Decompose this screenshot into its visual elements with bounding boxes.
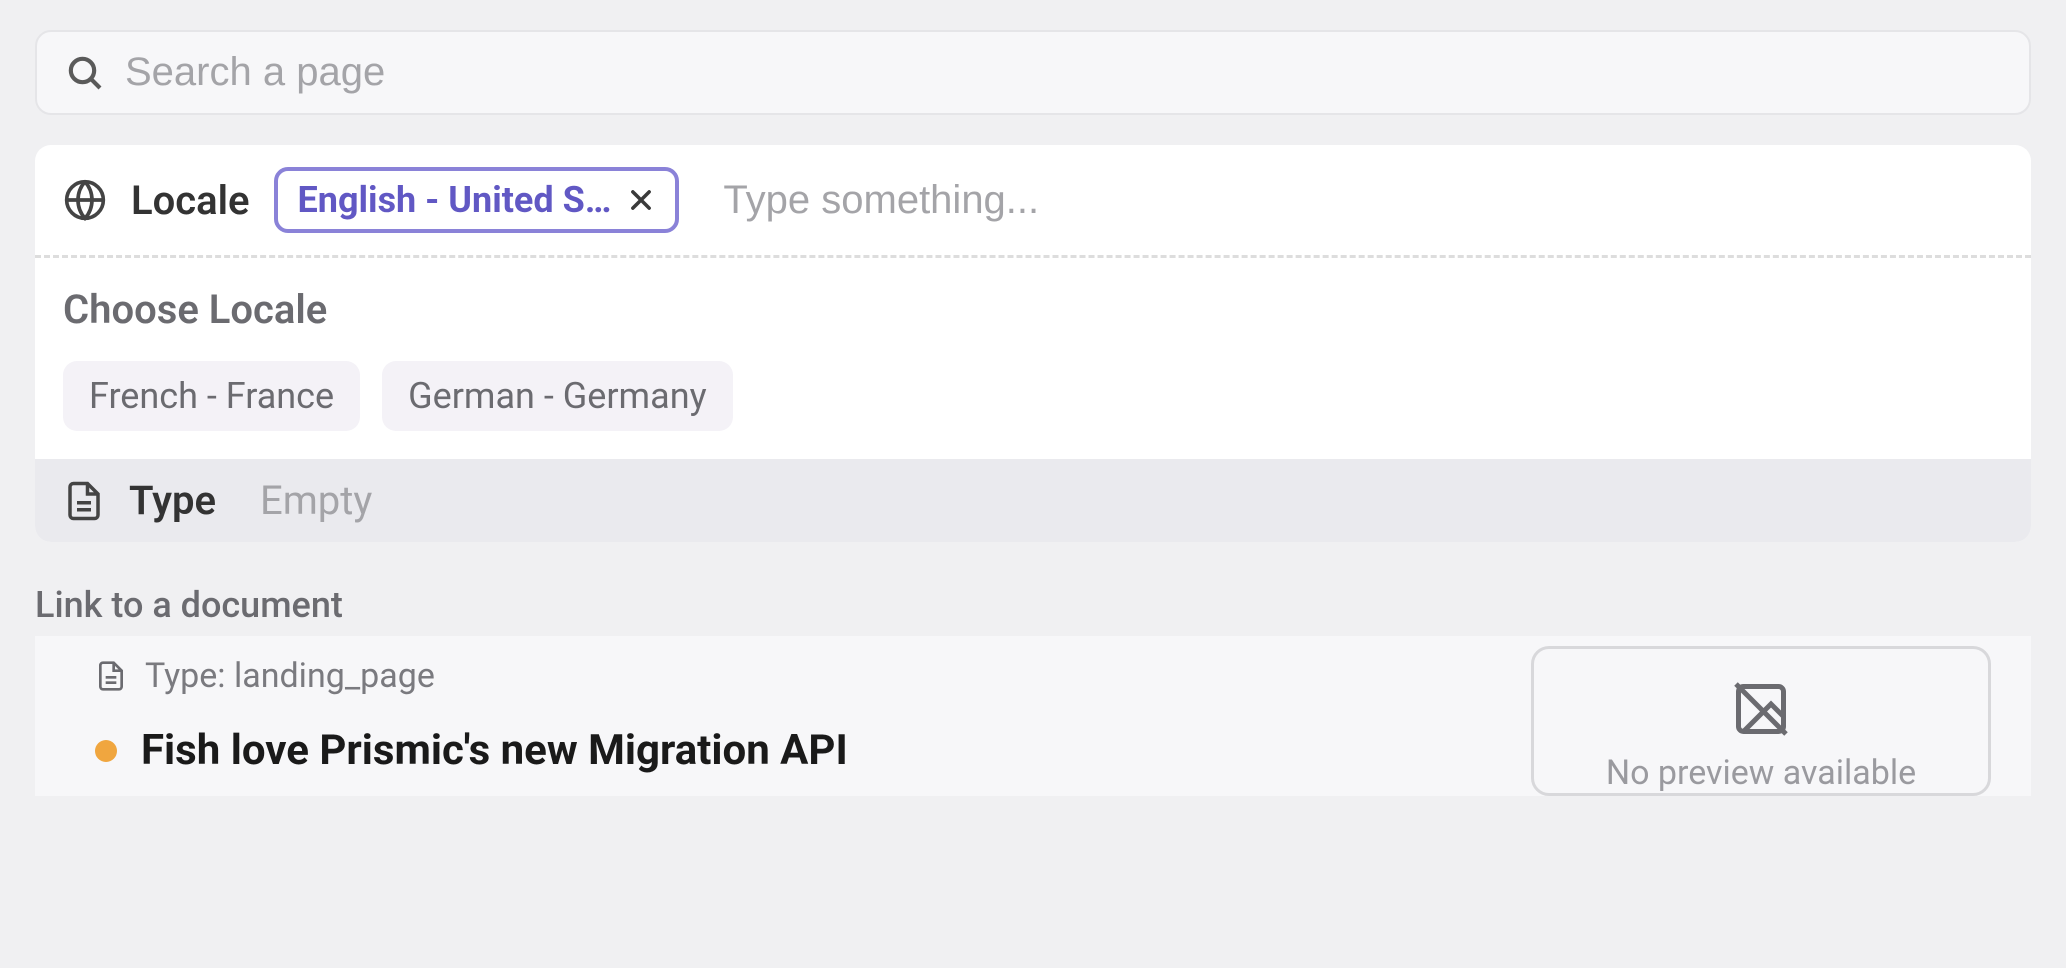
- locale-filter-row: Locale English - United S…: [35, 145, 2031, 255]
- search-input[interactable]: [125, 50, 2001, 95]
- type-label: Type: [129, 477, 216, 524]
- choose-locale-section: Choose Locale French - France German - G…: [35, 258, 2031, 459]
- locale-label: Locale: [131, 177, 250, 224]
- locale-chip-remove[interactable]: [627, 186, 655, 214]
- locale-type-input[interactable]: [723, 178, 2003, 223]
- locale-chip-text: English - United S…: [298, 179, 612, 221]
- link-section-title: Link to a document: [35, 584, 2031, 626]
- document-meta: Type: landing_page Fish love Prismic's n…: [95, 646, 1501, 796]
- preview-text: No preview available: [1606, 753, 1916, 793]
- search-icon: [65, 53, 105, 93]
- choose-locale-title: Choose Locale: [63, 286, 2003, 333]
- globe-icon: [63, 178, 107, 222]
- status-dot: [95, 740, 117, 762]
- document-icon: [95, 660, 127, 692]
- type-value: Empty: [260, 477, 372, 524]
- no-image-icon: [1731, 679, 1791, 739]
- document-type-line: Type: landing_page: [95, 656, 1501, 696]
- document-title: Fish love Prismic's new Migration API: [141, 726, 848, 775]
- close-icon: [627, 186, 655, 214]
- filter-panel: Locale English - United S… Choose Locale…: [35, 145, 2031, 542]
- locale-options: French - France German - Germany: [63, 361, 2003, 431]
- locale-option-german[interactable]: German - Germany: [382, 361, 733, 431]
- document-item[interactable]: Type: landing_page Fish love Prismic's n…: [35, 636, 2031, 796]
- locale-option-french[interactable]: French - France: [63, 361, 360, 431]
- locale-selected-chip[interactable]: English - United S…: [274, 167, 680, 233]
- preview-box: No preview available: [1531, 646, 1991, 796]
- link-section: Link to a document Type: landing_page Fi…: [35, 584, 2031, 796]
- search-bar[interactable]: [35, 30, 2031, 115]
- document-title-line: Fish love Prismic's new Migration API: [95, 726, 1501, 775]
- type-filter-row[interactable]: Type Empty: [35, 459, 2031, 542]
- document-icon: [63, 480, 105, 522]
- document-type-text: Type: landing_page: [145, 656, 435, 696]
